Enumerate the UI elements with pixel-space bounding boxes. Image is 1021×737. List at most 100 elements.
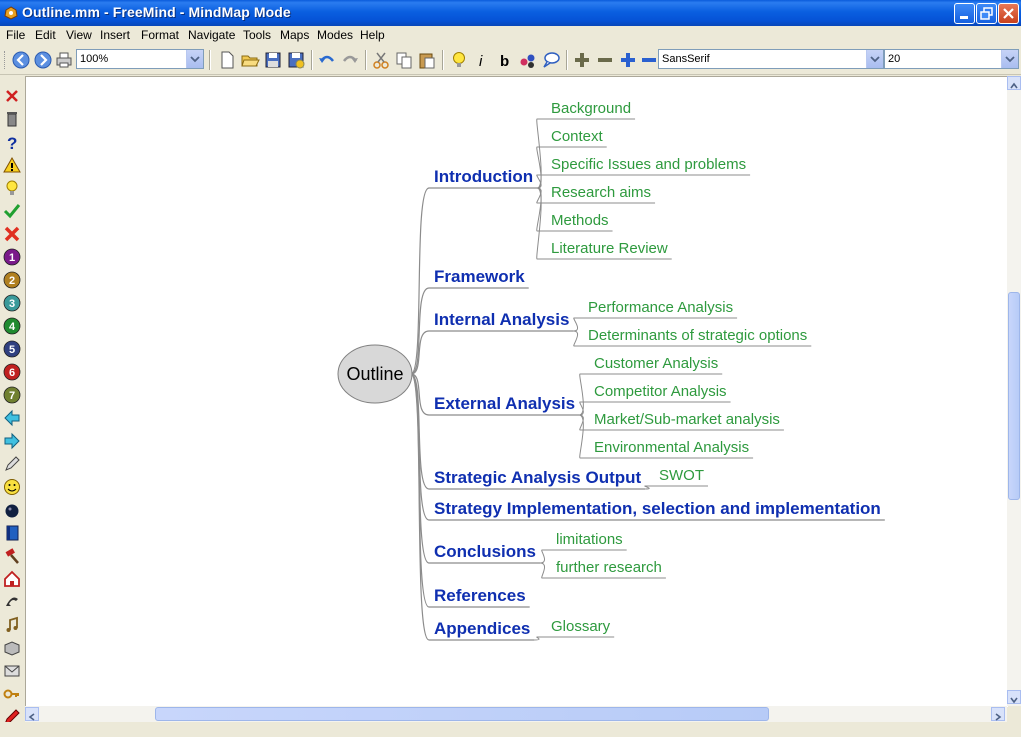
- decrease-icon[interactable]: [595, 50, 615, 70]
- menu-format[interactable]: Format: [141, 28, 179, 42]
- child-node[interactable]: SWOT: [659, 467, 704, 484]
- lightbulb-icon[interactable]: [3, 179, 21, 197]
- zoom-dropdown-arrow[interactable]: [186, 50, 203, 68]
- root-node[interactable]: Outline: [346, 364, 403, 384]
- increase-icon[interactable]: [572, 50, 592, 70]
- question-icon[interactable]: ?: [3, 133, 21, 151]
- minimize-button[interactable]: [954, 3, 975, 24]
- cross-icon[interactable]: [3, 225, 21, 243]
- branch-node[interactable]: Strategy Implementation, selection and i…: [434, 499, 881, 518]
- number-5-icon[interactable]: 5: [3, 340, 21, 358]
- scroll-left-arrow[interactable]: [25, 707, 39, 721]
- menu-file[interactable]: File: [6, 28, 25, 42]
- scroll-right-arrow[interactable]: [991, 707, 1005, 721]
- branch-node[interactable]: Conclusions: [434, 542, 536, 561]
- branch-node[interactable]: Appendices: [434, 619, 530, 638]
- branch-node[interactable]: External Analysis: [434, 394, 575, 413]
- zoom-select[interactable]: 100%: [76, 49, 204, 69]
- child-node[interactable]: Background: [551, 100, 631, 117]
- redo-icon[interactable]: [340, 50, 360, 70]
- scroll-down-arrow[interactable]: [1007, 690, 1021, 704]
- bold-icon[interactable]: b: [495, 50, 515, 70]
- forward-icon[interactable]: [33, 50, 53, 70]
- arrow-left-icon[interactable]: [3, 409, 21, 427]
- smiley-icon[interactable]: [3, 478, 21, 496]
- package-icon[interactable]: [3, 639, 21, 657]
- child-node[interactable]: Context: [551, 128, 604, 145]
- child-node[interactable]: further research: [556, 559, 662, 576]
- child-node[interactable]: Research aims: [551, 184, 651, 201]
- font-family-dropdown-arrow[interactable]: [866, 50, 883, 68]
- child-node[interactable]: Glossary: [551, 618, 611, 635]
- child-node[interactable]: Market/Sub-market analysis: [594, 411, 780, 428]
- book-icon[interactable]: [3, 524, 21, 542]
- branch-node[interactable]: References: [434, 586, 526, 605]
- child-node[interactable]: Competitor Analysis: [594, 383, 727, 400]
- branch-node[interactable]: Introduction: [434, 167, 533, 186]
- child-node[interactable]: Performance Analysis: [588, 299, 733, 316]
- font-size-select[interactable]: 20: [884, 49, 1019, 69]
- check-icon[interactable]: [3, 202, 21, 220]
- zoom-in-icon[interactable]: [618, 50, 638, 70]
- bomb-icon[interactable]: [3, 501, 21, 519]
- scroll-up-arrow[interactable]: [1007, 76, 1021, 90]
- key-icon[interactable]: [3, 685, 21, 703]
- pencil-icon[interactable]: [3, 455, 21, 473]
- branch-node[interactable]: Internal Analysis: [434, 310, 569, 329]
- menu-insert[interactable]: Insert: [100, 28, 130, 42]
- number-6-icon[interactable]: 6: [3, 363, 21, 381]
- note-bubble-icon[interactable]: [541, 50, 561, 70]
- vertical-scroll-thumb[interactable]: [1008, 292, 1020, 500]
- child-node[interactable]: limitations: [556, 531, 623, 548]
- print-icon[interactable]: [54, 50, 74, 70]
- open-icon[interactable]: [240, 50, 260, 70]
- menu-maps[interactable]: Maps: [280, 28, 309, 42]
- child-node[interactable]: Literature Review: [551, 240, 668, 257]
- number-7-icon[interactable]: 7: [3, 386, 21, 404]
- save-as-icon[interactable]: [286, 50, 306, 70]
- horizontal-scroll-thumb[interactable]: [155, 707, 769, 721]
- child-node[interactable]: Environmental Analysis: [594, 439, 749, 456]
- zoom-out-icon[interactable]: [639, 50, 659, 70]
- child-node[interactable]: Customer Analysis: [594, 355, 718, 372]
- paste-icon[interactable]: [417, 50, 437, 70]
- branch-node[interactable]: Strategic Analysis Output: [434, 468, 642, 487]
- menu-edit[interactable]: Edit: [35, 28, 56, 42]
- close-red-icon[interactable]: [3, 87, 21, 105]
- child-node[interactable]: Specific Issues and problems: [551, 156, 746, 173]
- save-icon[interactable]: [263, 50, 283, 70]
- hammer-icon[interactable]: [3, 547, 21, 565]
- menu-help[interactable]: Help: [360, 28, 385, 42]
- music-icon[interactable]: [3, 616, 21, 634]
- lightbulb-icon[interactable]: [449, 50, 469, 70]
- close-button[interactable]: [998, 3, 1019, 24]
- new-map-icon[interactable]: [217, 50, 237, 70]
- back-icon[interactable]: [11, 50, 31, 70]
- menu-view[interactable]: View: [66, 28, 92, 42]
- undo-icon[interactable]: [317, 50, 337, 70]
- mindmap-canvas[interactable]: Introduction Background Context Specific Is…: [25, 76, 1008, 707]
- menu-navigate[interactable]: Navigate: [188, 28, 235, 42]
- phone-icon[interactable]: [3, 593, 21, 611]
- mail-icon[interactable]: [3, 662, 21, 680]
- trash-icon[interactable]: [3, 110, 21, 128]
- copy-icon[interactable]: [394, 50, 414, 70]
- arrow-right-icon[interactable]: [3, 432, 21, 450]
- home-icon[interactable]: [3, 570, 21, 588]
- vertical-scrollbar[interactable]: [1007, 76, 1021, 706]
- number-4-icon[interactable]: 4: [3, 317, 21, 335]
- number-1-icon[interactable]: 1: [3, 248, 21, 266]
- number-2-icon[interactable]: 2: [3, 271, 21, 289]
- horizontal-scrollbar[interactable]: [25, 706, 1007, 722]
- font-family-select[interactable]: SansSerif: [658, 49, 884, 69]
- italic-icon[interactable]: i: [472, 50, 492, 70]
- child-node[interactable]: Determinants of strategic options: [588, 327, 807, 344]
- cloud-icon[interactable]: [518, 50, 538, 70]
- maximize-button[interactable]: [976, 3, 997, 24]
- number-3-icon[interactable]: 3: [3, 294, 21, 312]
- warning-icon[interactable]: [3, 156, 21, 174]
- font-size-dropdown-arrow[interactable]: [1001, 50, 1018, 68]
- cut-icon[interactable]: [371, 50, 391, 70]
- branch-node[interactable]: Framework: [434, 267, 525, 286]
- child-node[interactable]: Methods: [551, 212, 609, 229]
